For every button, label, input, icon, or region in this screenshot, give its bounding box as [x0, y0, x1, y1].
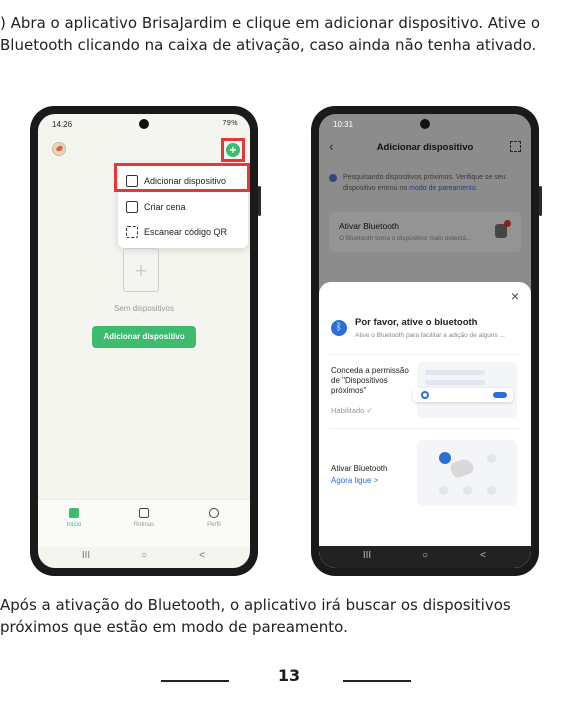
- illustration-row: [425, 380, 485, 385]
- tab-home[interactable]: Início: [54, 508, 94, 528]
- phone-side-button: [258, 186, 261, 216]
- back-key[interactable]: <: [473, 550, 493, 561]
- page-number: 13: [277, 666, 301, 685]
- phone-screenshot-home: 14:26 79% + Adicionar dispositivo Criar …: [30, 106, 261, 576]
- tab-label: Perfil: [207, 522, 221, 528]
- close-icon[interactable]: ×: [511, 288, 519, 304]
- tab-routines[interactable]: Rotinas: [124, 508, 164, 528]
- home-key[interactable]: ○: [134, 550, 154, 561]
- home-icon: [69, 508, 79, 518]
- footer-rule: [161, 680, 229, 682]
- toggle-switch: [493, 392, 507, 398]
- menu-label: Escanear código QR: [144, 227, 228, 237]
- profile-icon: [209, 508, 219, 518]
- camera-icon: [420, 119, 430, 129]
- explanation-text: Após a ativação do Bluetooth, o aplicati…: [0, 596, 511, 636]
- camera-icon: [139, 119, 149, 129]
- home-avatar-icon[interactable]: [52, 142, 66, 156]
- tab-label: Rotinas: [133, 522, 155, 528]
- bluetooth-step-label: Ativar Bluetooth: [331, 464, 388, 473]
- permission-illustration: [413, 362, 517, 418]
- bluetooth-bottom-sheet: × ᛒ Por favor, ative o bluetooth Ative o…: [319, 282, 531, 568]
- permission-step-label: Conceda a permissão de "Dispositivos pró…: [331, 366, 409, 395]
- sheet-title: Por favor, ative o bluetooth: [355, 317, 478, 328]
- location-icon: [421, 391, 429, 399]
- qr-scan-icon: [126, 226, 138, 238]
- android-nav-bar: III ○ <: [38, 546, 250, 568]
- home-key[interactable]: ○: [415, 550, 435, 561]
- bluetooth-icon: ᛒ: [331, 320, 347, 336]
- instruction-text: ) Abra o aplicativo BrisaJardim e clique…: [0, 14, 541, 54]
- illustration-dot: [487, 486, 496, 495]
- tab-bar: Início Rotinas Perfil: [38, 499, 250, 547]
- scene-icon: [126, 201, 138, 213]
- phone-side-button: [539, 186, 542, 216]
- status-bar: 10:31: [319, 114, 531, 134]
- app-home-screen: 14:26 79% + Adicionar dispositivo Criar …: [38, 114, 250, 568]
- bluetooth-tile-icon: [439, 452, 451, 464]
- phone-screenshot-bluetooth: ‹ Adicionar dispositivo Pesquisando disp…: [311, 106, 542, 576]
- illustration-dot: [439, 486, 448, 495]
- illustration-dot: [463, 486, 472, 495]
- recent-apps-key[interactable]: III: [76, 550, 96, 561]
- status-bar: 14:26 79%: [38, 114, 250, 134]
- back-key[interactable]: <: [192, 550, 212, 561]
- add-device-screen: ‹ Adicionar dispositivo Pesquisando disp…: [319, 114, 531, 568]
- menu-label: Criar cena: [144, 202, 186, 212]
- permission-status: Habilitado ✓: [331, 406, 373, 415]
- status-time: 10:31: [333, 120, 354, 129]
- hand-tap-icon: [448, 456, 476, 480]
- divider: [329, 354, 521, 355]
- divider: [329, 428, 521, 429]
- add-device-button[interactable]: Adicionar dispositivo: [92, 326, 196, 348]
- footer-rule: [343, 680, 411, 682]
- battery-status: 79%: [222, 120, 238, 127]
- status-time: 14:26: [52, 120, 73, 129]
- illustration-dot: [487, 454, 496, 463]
- empty-state-text: Sem dispositivos: [113, 304, 175, 313]
- permission-toggle-row: [413, 388, 513, 402]
- tab-profile[interactable]: Perfil: [194, 508, 234, 528]
- menu-item-scan-qr[interactable]: Escanear código QR: [118, 220, 248, 244]
- tab-label: Início: [66, 522, 82, 528]
- highlight-box-add: [221, 138, 245, 162]
- illustration-row: [425, 370, 485, 375]
- highlight-box-menu: [114, 163, 250, 192]
- empty-device-icon: +: [123, 248, 159, 292]
- sheet-subtitle: Ative o Bluetooth para facilitar a adiçã…: [355, 332, 505, 339]
- android-nav-bar: III ○ <: [319, 546, 531, 568]
- checkbox-icon: [139, 508, 149, 518]
- turn-on-now-link[interactable]: Agora ligue >: [331, 476, 378, 485]
- menu-item-create-scene[interactable]: Criar cena: [118, 195, 248, 219]
- bluetooth-illustration: [417, 440, 517, 506]
- recent-apps-key[interactable]: III: [357, 550, 377, 561]
- page-footer: 13: [0, 666, 576, 690]
